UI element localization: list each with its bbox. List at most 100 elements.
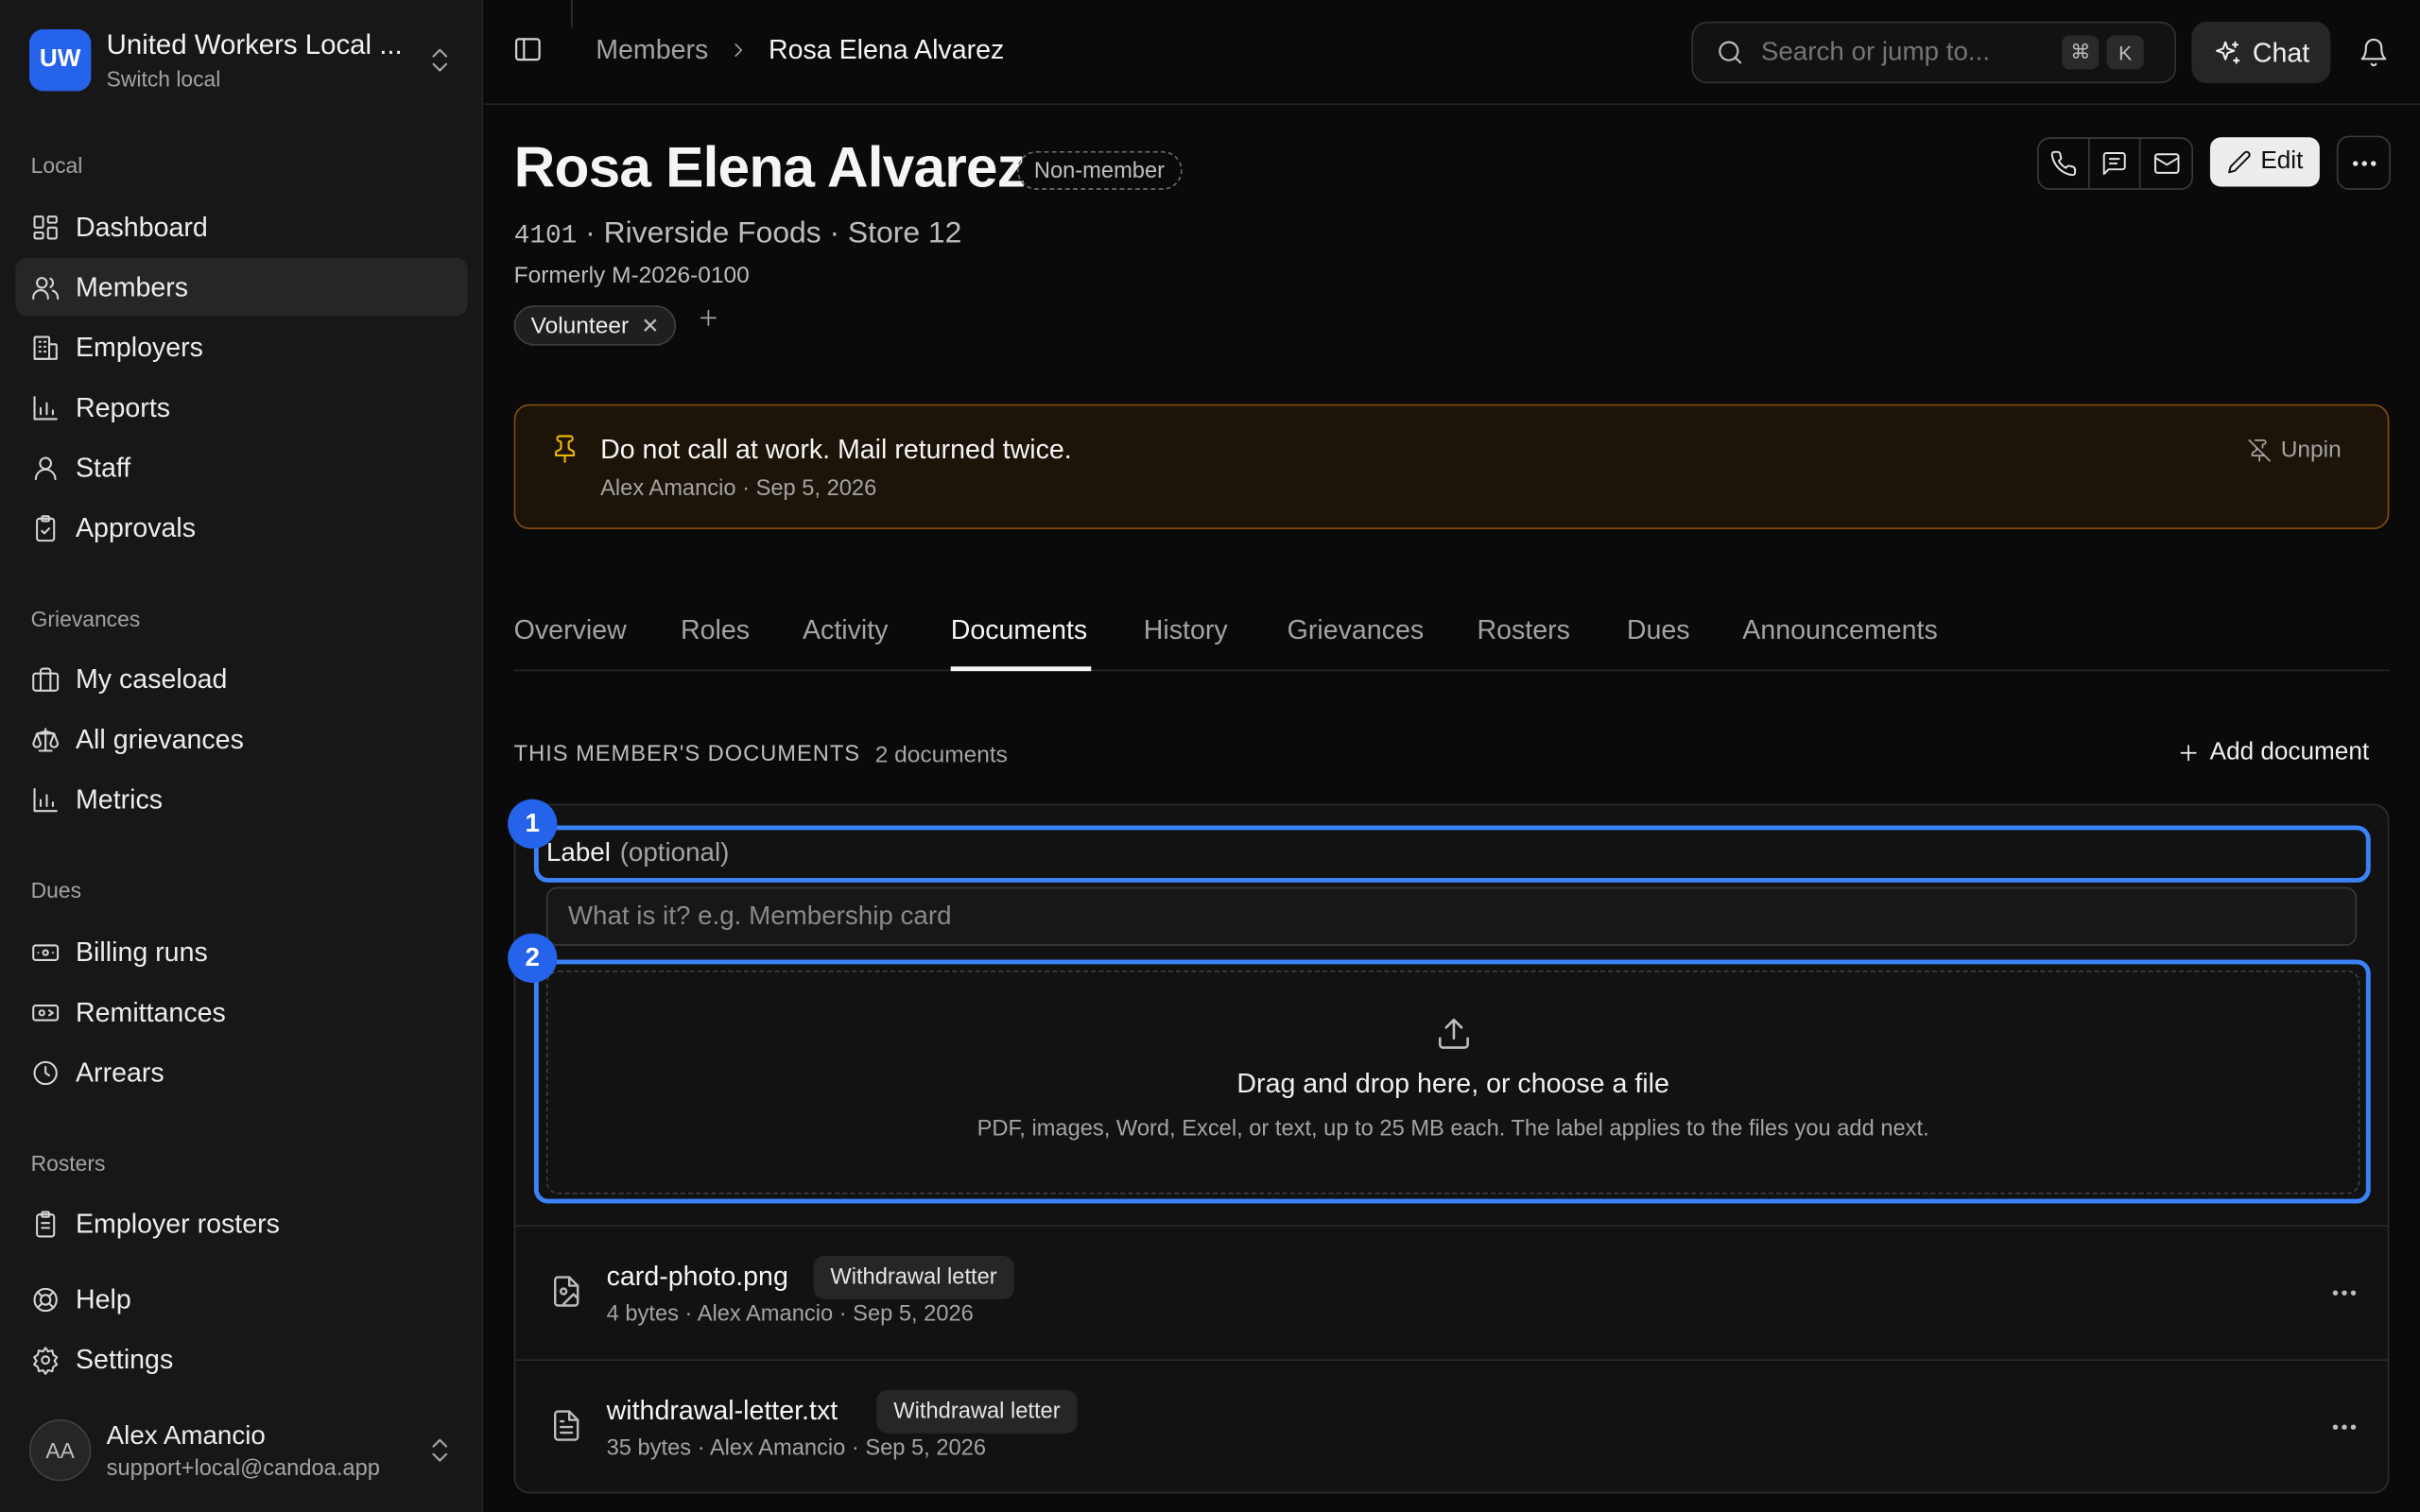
document-count: 2 documents bbox=[874, 742, 1008, 769]
tag-label: Volunteer bbox=[530, 312, 630, 339]
sidebar-item-arrears[interactable]: Arrears bbox=[15, 1043, 467, 1102]
highlight-box-dropzone bbox=[533, 959, 2371, 1204]
divider bbox=[571, 0, 573, 28]
sidebar-item-metrics[interactable]: Metrics bbox=[15, 770, 467, 829]
user-menu[interactable]: AA Alex Amancio support+local@candoa.app bbox=[29, 1419, 456, 1482]
tab-overview[interactable]: Overview bbox=[514, 614, 627, 646]
unpin-label: Unpin bbox=[2280, 437, 2342, 463]
sidebar: UW United Workers Local ... Switch local… bbox=[0, 0, 484, 1512]
sidebar-item-label: Members bbox=[75, 270, 189, 302]
sidebar-item-remittances[interactable]: Remittances bbox=[15, 983, 467, 1041]
sidebar-item-label: Settings bbox=[75, 1343, 174, 1374]
more-horizontal-icon[interactable] bbox=[2329, 1278, 2360, 1309]
org-logo: UW bbox=[29, 29, 92, 92]
sidebar-item-label: My caseload bbox=[75, 662, 228, 694]
sidebar-item-label: Dashboard bbox=[75, 210, 208, 242]
list-item[interactable]: card-photo.png Withdrawal letter 4 bytes… bbox=[515, 1225, 2388, 1359]
unpin-button[interactable]: Unpin bbox=[2247, 437, 2342, 463]
sidebar-item-my-caseload[interactable]: My caseload bbox=[15, 649, 467, 708]
note-meta: Alex Amancio · Sep 5, 2026 bbox=[600, 476, 877, 502]
tab-history[interactable]: History bbox=[1144, 614, 1228, 646]
sidebar-item-label: Arrears bbox=[75, 1056, 164, 1088]
pin-icon bbox=[549, 434, 580, 465]
list-item[interactable]: withdrawal-letter.txt Withdrawal letter … bbox=[515, 1359, 2388, 1491]
add-tag-icon[interactable] bbox=[696, 305, 720, 330]
sidebar-toggle-icon[interactable] bbox=[512, 34, 544, 65]
sidebar-item-staff[interactable]: Staff bbox=[15, 438, 467, 497]
tab-grievances[interactable]: Grievances bbox=[1288, 614, 1425, 646]
sidebar-item-label: Staff bbox=[75, 451, 131, 483]
local-switcher[interactable]: UW United Workers Local ... Switch local bbox=[29, 27, 456, 93]
chevron-up-down-icon bbox=[424, 44, 456, 76]
clipboard-check-icon bbox=[36, 514, 56, 541]
tab-dues[interactable]: Dues bbox=[1627, 614, 1690, 646]
sidebar-item-label: Employer rosters bbox=[75, 1207, 280, 1239]
tab-roles[interactable]: Roles bbox=[681, 614, 750, 646]
document-meta: 35 bytes · Alex Amancio · Sep 5, 2026 bbox=[606, 1435, 987, 1462]
clock-icon bbox=[33, 1060, 58, 1085]
message-icon[interactable] bbox=[2090, 138, 2141, 189]
briefcase-icon bbox=[32, 666, 60, 692]
nav-section-local: Local bbox=[30, 152, 83, 178]
sidebar-item-reports[interactable]: Reports bbox=[15, 378, 467, 437]
clipboard-list-icon bbox=[36, 1210, 56, 1237]
document-tag: Withdrawal letter bbox=[876, 1390, 1078, 1434]
add-document-button[interactable]: Add document bbox=[2176, 739, 2369, 766]
breadcrumb-members-link[interactable]: Members bbox=[596, 34, 708, 66]
document-name[interactable]: withdrawal-letter.txt bbox=[607, 1395, 838, 1427]
tab-rosters[interactable]: Rosters bbox=[1477, 614, 1569, 646]
more-horizontal-icon bbox=[2352, 160, 2376, 165]
document-label-input[interactable] bbox=[545, 886, 2358, 946]
chat-button[interactable]: Chat bbox=[2191, 21, 2331, 84]
add-document-label: Add document bbox=[2209, 739, 2370, 765]
mail-icon[interactable] bbox=[2140, 139, 2191, 188]
tab-announcements[interactable]: Announcements bbox=[1742, 614, 1938, 646]
edit-button[interactable]: Edit bbox=[2209, 137, 2320, 187]
step-marker-2: 2 bbox=[508, 933, 558, 983]
user-email: support+local@candoa.app bbox=[106, 1455, 380, 1481]
sidebar-item-employers[interactable]: Employers bbox=[15, 318, 467, 376]
remove-tag-icon[interactable]: ✕ bbox=[641, 313, 659, 339]
sidebar-item-employer-rosters[interactable]: Employer rosters bbox=[15, 1194, 467, 1253]
chevron-right-icon bbox=[727, 39, 750, 61]
sidebar-item-settings[interactable]: Settings bbox=[15, 1330, 467, 1388]
chat-label: Chat bbox=[2252, 36, 2310, 68]
sidebar-item-billing-runs[interactable]: Billing runs bbox=[15, 922, 467, 981]
dashboard-icon bbox=[33, 215, 58, 239]
switch-local-label: Switch local bbox=[106, 66, 221, 92]
nav-section-grievances: Grievances bbox=[30, 606, 141, 631]
nav-section-dues: Dues bbox=[30, 877, 82, 903]
sidebar-item-members[interactable]: Members bbox=[15, 257, 468, 317]
formerly-id: Formerly M-2026-0100 bbox=[513, 262, 750, 289]
pencil-icon bbox=[2227, 150, 2251, 174]
sidebar-item-all-grievances[interactable]: All grievances bbox=[15, 710, 467, 768]
search-input[interactable] bbox=[1760, 37, 2055, 68]
tab-documents[interactable]: Documents bbox=[951, 614, 1088, 646]
nav-section-rosters: Rosters bbox=[30, 1150, 106, 1177]
phone-icon[interactable] bbox=[2039, 138, 2090, 189]
sidebar-item-dashboard[interactable]: Dashboard bbox=[15, 198, 467, 256]
more-actions-button[interactable] bbox=[2336, 135, 2391, 190]
receipt-icon bbox=[32, 1004, 60, 1021]
document-name[interactable]: card-photo.png bbox=[607, 1261, 788, 1293]
section-heading: THIS MEMBER'S DOCUMENTS bbox=[513, 742, 861, 767]
sidebar-item-label: All grievances bbox=[75, 722, 244, 754]
gear-icon bbox=[33, 1346, 59, 1374]
sidebar-item-help[interactable]: Help bbox=[15, 1270, 467, 1329]
life-buoy-icon bbox=[33, 1287, 58, 1312]
sidebar-item-approvals[interactable]: Approvals bbox=[15, 498, 467, 557]
search-icon bbox=[1719, 41, 1742, 64]
chevron-up-down-icon bbox=[424, 1435, 456, 1466]
tab-activity[interactable]: Activity bbox=[803, 614, 889, 646]
member-subtitle: 4101 · Riverside Foods · Store 12 bbox=[514, 216, 962, 252]
document-tag: Withdrawal letter bbox=[813, 1255, 1014, 1299]
bell-icon[interactable] bbox=[2359, 37, 2390, 68]
more-horizontal-icon[interactable] bbox=[2329, 1412, 2360, 1443]
search-box[interactable]: ⌘ K bbox=[1691, 21, 2177, 84]
plus-icon bbox=[2180, 745, 2197, 762]
documents-panel: Label(optional) Drag and drop here, or c… bbox=[513, 803, 2390, 1494]
tab-bar: Overview Roles Activity Documents Histor… bbox=[513, 602, 2390, 672]
scale-icon bbox=[32, 727, 60, 751]
avatar: AA bbox=[29, 1419, 92, 1482]
sidebar-item-label: Reports bbox=[75, 390, 171, 422]
